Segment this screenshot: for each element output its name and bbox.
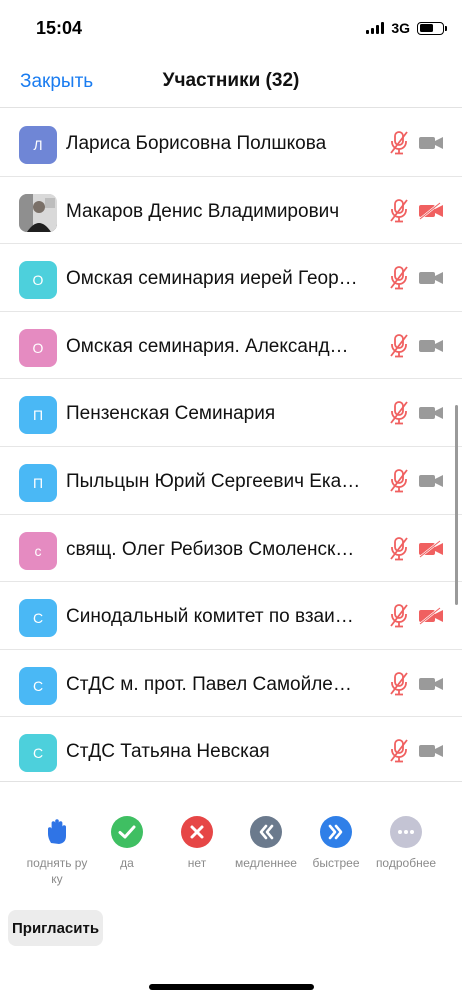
cross-icon bbox=[181, 816, 213, 848]
reaction-label: да bbox=[120, 856, 134, 870]
mic-muted-icon[interactable] bbox=[388, 130, 410, 156]
reaction-raise-hand-button[interactable]: поднять руку bbox=[22, 816, 92, 887]
participant-row[interactable]: с свящ. Олег Ребизов Смоленск… bbox=[0, 515, 462, 583]
participant-name: свящ. Олег Ребизов Смоленск… bbox=[66, 538, 355, 560]
reaction-label: медленнее bbox=[235, 856, 297, 870]
avatar: С bbox=[19, 599, 57, 638]
mic-muted-icon[interactable] bbox=[388, 671, 410, 697]
avatar: О bbox=[19, 261, 57, 300]
fast-forward-icon bbox=[320, 816, 352, 848]
participant-row[interactable]: Л Лариса Борисовна Полшкова bbox=[0, 109, 462, 177]
participant-name: Омская семинария иерей Геор… bbox=[66, 268, 358, 290]
more-icon bbox=[390, 816, 422, 848]
home-indicator bbox=[149, 984, 314, 990]
avatar: П bbox=[19, 396, 57, 435]
status-time: 15:04 bbox=[36, 18, 83, 38]
reaction-rewind-button[interactable]: медленнее bbox=[231, 816, 301, 871]
reaction-checkmark-button[interactable]: да bbox=[92, 816, 162, 871]
video-camera-icon[interactable] bbox=[418, 675, 444, 693]
reaction-bar: поднять руку да нет медленнее быстрее подробн… bbox=[0, 816, 462, 896]
participant-row[interactable]: О Омская семинария иерей Геор… bbox=[0, 244, 462, 312]
video-off-icon[interactable] bbox=[418, 539, 444, 558]
status-bar: 15:04 3G bbox=[0, 0, 462, 58]
reaction-label: поднять руку bbox=[26, 856, 88, 886]
participant-row[interactable]: П Пензенская Семинария bbox=[0, 379, 462, 447]
mic-muted-icon[interactable] bbox=[388, 536, 410, 562]
video-camera-icon[interactable] bbox=[418, 472, 444, 490]
scrollbar[interactable] bbox=[455, 405, 458, 605]
status-indicators: 3G bbox=[366, 20, 447, 36]
reaction-more-button[interactable]: подробнее bbox=[371, 816, 441, 871]
avatar: О bbox=[19, 328, 57, 367]
reaction-label: быстрее bbox=[312, 856, 360, 870]
checkmark-icon bbox=[111, 816, 143, 848]
rewind-icon bbox=[250, 816, 282, 848]
avatar: с bbox=[19, 531, 57, 570]
page-title: Участники (32) bbox=[162, 70, 300, 91]
mic-muted-icon[interactable] bbox=[388, 468, 410, 494]
video-camera-icon[interactable] bbox=[418, 269, 444, 287]
mic-muted-icon[interactable] bbox=[388, 333, 410, 359]
participant-name: СтДС м. прот. Павел Самойле… bbox=[66, 673, 352, 695]
video-camera-icon[interactable] bbox=[418, 404, 444, 422]
participant-row[interactable]: С СтДС Татьяна Невская bbox=[0, 717, 462, 781]
mic-muted-icon[interactable] bbox=[388, 738, 410, 764]
participant-name: Пыльцын Юрий Сергеевич Ека… bbox=[66, 470, 361, 492]
participant-row[interactable]: П Пыльцын Юрий Сергеевич Ека… bbox=[0, 447, 462, 515]
nav-header: Закрыть Участники (32) bbox=[0, 58, 462, 108]
mic-muted-icon[interactable] bbox=[388, 400, 410, 426]
battery-fill bbox=[419, 24, 433, 32]
battery-icon bbox=[417, 21, 447, 35]
avatar: П bbox=[19, 463, 57, 502]
video-off-icon[interactable] bbox=[418, 201, 444, 220]
participant-name: Пензенская Семинария bbox=[66, 403, 276, 425]
reaction-label: подробнее bbox=[375, 856, 437, 870]
mic-muted-icon[interactable] bbox=[388, 198, 410, 224]
reaction-label: нет bbox=[187, 856, 207, 870]
reaction-cross-button[interactable]: нет bbox=[162, 816, 232, 871]
mic-muted-icon[interactable] bbox=[388, 265, 410, 291]
signal-icon bbox=[366, 22, 385, 34]
avatar: С bbox=[19, 666, 57, 705]
participant-row[interactable]: О Омская семинария. Александ… bbox=[0, 312, 462, 380]
avatar: С bbox=[19, 734, 57, 773]
avatar bbox=[19, 193, 57, 232]
participant-row[interactable]: С Синодальный комитет по взаи… bbox=[0, 582, 462, 650]
divider bbox=[0, 781, 462, 782]
network-type: 3G bbox=[391, 20, 410, 36]
participant-name: Макаров Денис Владимирович bbox=[66, 200, 340, 222]
video-camera-icon[interactable] bbox=[418, 337, 444, 355]
participant-name: СтДС Татьяна Невская bbox=[66, 741, 270, 763]
video-camera-icon[interactable] bbox=[418, 134, 444, 152]
avatar: Л bbox=[19, 126, 57, 164]
mic-muted-icon[interactable] bbox=[388, 603, 410, 629]
participant-name: Лариса Борисовна Полшкова bbox=[66, 133, 327, 154]
video-camera-icon[interactable] bbox=[418, 742, 444, 760]
participant-name: Омская семинария. Александ… bbox=[66, 335, 349, 357]
participant-row[interactable]: Макаров Денис Владимирович bbox=[0, 177, 462, 245]
video-off-icon[interactable] bbox=[418, 607, 444, 626]
invite-button[interactable]: Пригласить bbox=[8, 910, 104, 946]
raise-hand-icon bbox=[41, 816, 73, 848]
participant-list[interactable]: Л Лариса Борисовна Полшкова Макаров Денис… bbox=[0, 109, 462, 781]
participant-row[interactable]: С СтДС м. прот. Павел Самойле… bbox=[0, 650, 462, 718]
participant-name: Синодальный комитет по взаи… bbox=[66, 606, 354, 628]
reaction-fast-forward-button[interactable]: быстрее bbox=[301, 816, 371, 871]
